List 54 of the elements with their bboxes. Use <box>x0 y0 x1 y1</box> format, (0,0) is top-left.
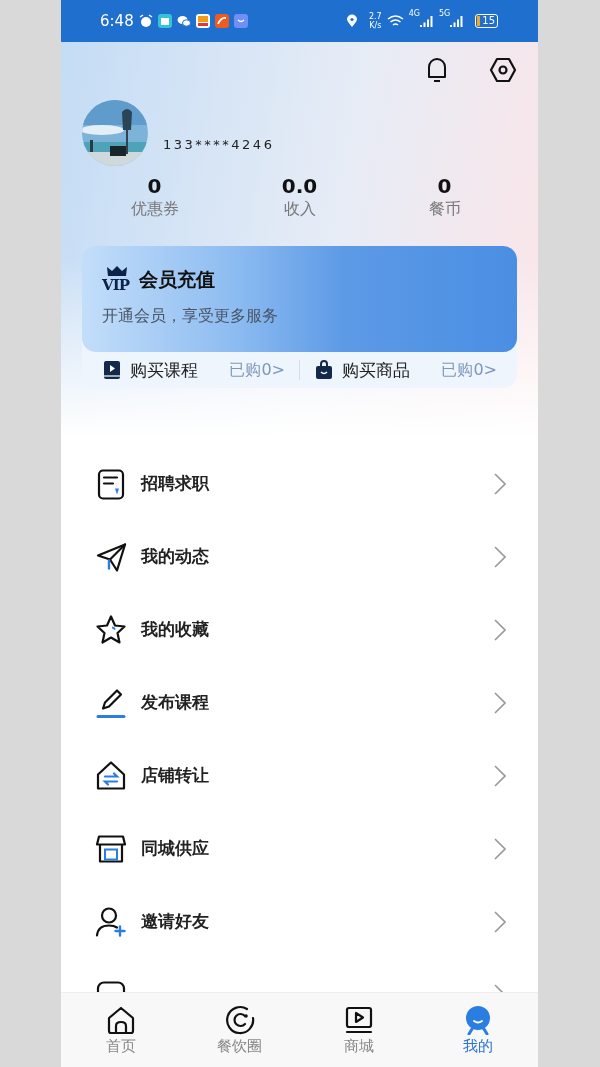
network-speed: 2.7 <box>368 12 382 21</box>
location-pin-icon <box>344 14 359 28</box>
chevron-right-icon <box>494 691 506 714</box>
tab[interactable]: 首页 <box>61 993 181 1067</box>
stat-value: 0 <box>436 174 453 198</box>
network-type: 4G <box>408 9 420 18</box>
menu-item-label[interactable]: 店铺转让 <box>141 764 494 787</box>
invite-icon <box>95 904 127 939</box>
menu-item-label[interactable]: 我的收藏 <box>141 618 494 641</box>
settings-icon[interactable] <box>489 56 517 84</box>
menu-item-label[interactable]: 邀请好友 <box>141 910 494 933</box>
battery-level: 15 <box>482 15 495 27</box>
stat-label[interactable]: 优惠券 <box>82 198 227 220</box>
clock-time: 6:48 <box>100 12 134 30</box>
network-type: 5G <box>438 9 451 18</box>
purchase-link[interactable]: 购买课程 <box>130 358 198 382</box>
purchase-link[interactable]: 购买商品 <box>342 358 410 382</box>
jobs-icon <box>95 466 127 501</box>
stat-label[interactable]: 收入 <box>227 198 372 220</box>
menu-item-label[interactable]: 我的动态 <box>141 545 494 568</box>
shopping-bag-icon <box>314 360 334 380</box>
mall-icon <box>344 1004 375 1035</box>
app-icon <box>214 14 229 28</box>
phone-number: 133****4246 <box>163 136 275 152</box>
tab[interactable]: 我的 <box>418 993 538 1067</box>
favorites-icon <box>95 612 127 647</box>
vip-badge: VIP <box>102 266 131 294</box>
play-book-icon <box>102 360 122 380</box>
chevron-right-icon <box>494 618 506 641</box>
chevron-right-icon <box>494 837 506 860</box>
alarm-clock-icon <box>138 14 153 28</box>
wifi-icon <box>386 14 404 28</box>
menu-item-label[interactable]: 同城供应 <box>141 837 494 860</box>
speed-unit: K/s <box>369 21 382 30</box>
stat-value: 0 <box>146 174 163 198</box>
vip-card[interactable]: VIP 会员充值 开通会员，享受更多服务 <box>82 246 517 352</box>
chevron-right-icon <box>494 764 506 787</box>
chevron-right-icon <box>494 472 506 495</box>
chevron-right-icon <box>494 545 506 568</box>
signal-icon <box>450 14 465 28</box>
signal-icon <box>419 14 434 28</box>
menu-item-label[interactable]: 发布课程 <box>141 691 494 714</box>
circle-icon <box>224 1004 255 1035</box>
chat-bubbles-icon <box>176 14 191 28</box>
vip-subtitle: 开通会员，享受更多服务 <box>102 306 279 327</box>
app-icon <box>195 14 210 28</box>
vip-title: 会员充值 <box>138 267 215 292</box>
book-app-icon <box>157 14 172 28</box>
home-icon <box>105 1004 136 1035</box>
stat-label[interactable]: 餐币 <box>372 198 517 220</box>
stat-value: 0.0 <box>280 174 319 198</box>
menu-item-label[interactable]: 招聘求职 <box>141 472 494 495</box>
app-icon <box>233 14 248 28</box>
chevron-right-icon <box>494 910 506 933</box>
